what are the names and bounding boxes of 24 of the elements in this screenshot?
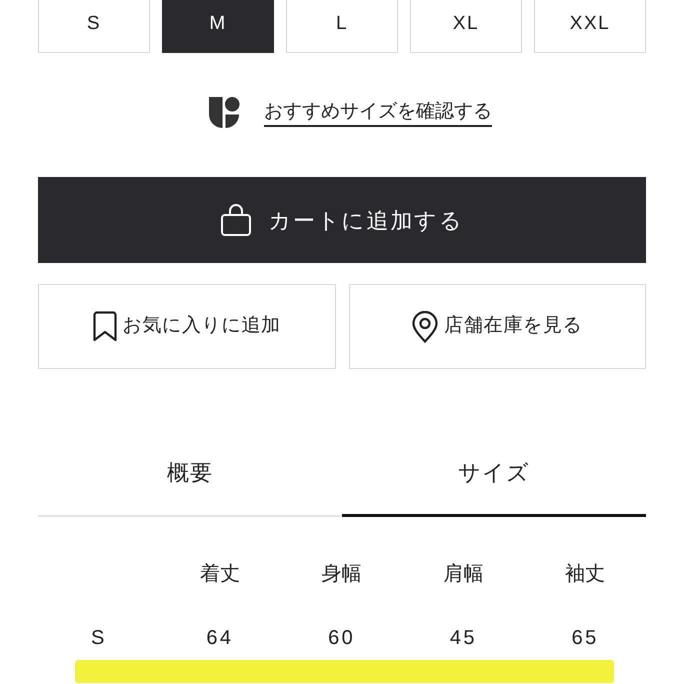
column-header: 肩幅 (442, 562, 484, 587)
bookmark-icon (92, 311, 117, 342)
table-cell-text: 64 (205, 626, 234, 651)
tab[interactable]: サイズ (342, 430, 646, 517)
recommend-size-link[interactable]: おすすめサイズを確認する (264, 100, 492, 127)
shopping-bag-icon (220, 204, 252, 236)
table-cell-text: 45 (448, 626, 478, 651)
column-header: 袖丈 (564, 562, 606, 587)
table-cell-text: 60 (327, 626, 356, 651)
table-cell-text: 65 (570, 626, 600, 651)
tab[interactable]: 概要 (38, 430, 342, 517)
size-option[interactable]: S (38, 0, 150, 53)
column-header: 身幅 (320, 562, 363, 587)
add-to-favorites-button[interactable]: お気に入りに追加 (38, 284, 336, 369)
size-label: S (90, 626, 106, 651)
location-pin-icon (412, 310, 438, 342)
size-option[interactable]: XXL (534, 0, 646, 53)
add-to-cart-button[interactable]: カートに追加する (38, 177, 646, 263)
store-stock-button[interactable]: 店舗在庫を見る (348, 284, 646, 369)
size-option[interactable]: XL (410, 0, 522, 53)
size-option[interactable]: M (162, 0, 274, 53)
logo-icon (209, 97, 240, 128)
column-header: 着丈 (198, 562, 241, 587)
size-option[interactable]: L (286, 0, 398, 53)
